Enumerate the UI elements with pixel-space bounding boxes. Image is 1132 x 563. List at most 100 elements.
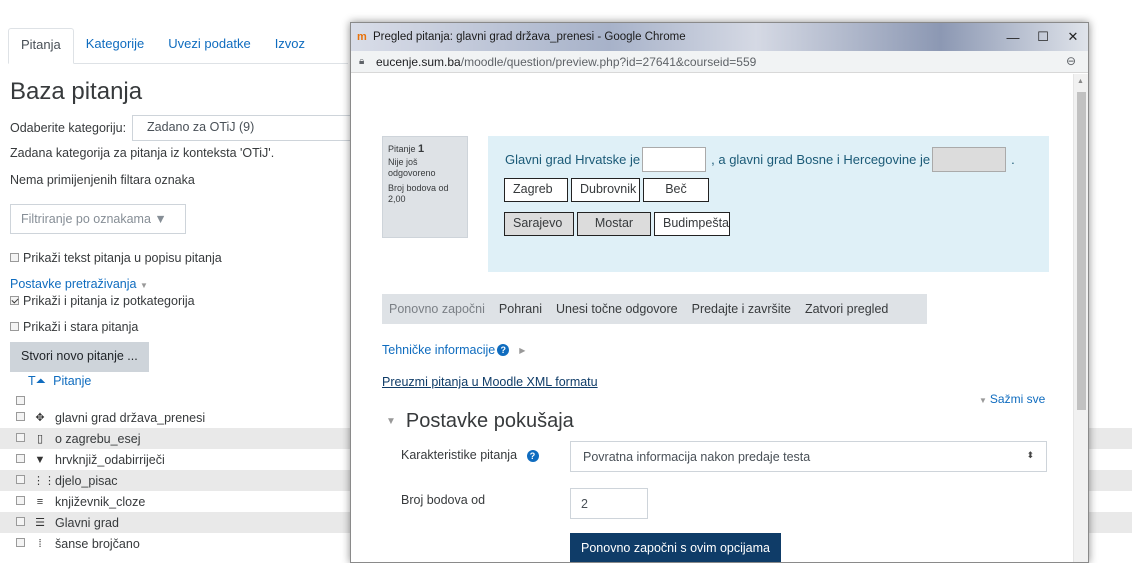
question-column-header[interactable]: T⏶ Pitanje [28,374,91,389]
maximize-button[interactable]: ☐ [1028,23,1058,51]
row-checkbox[interactable] [16,412,25,421]
tab-import[interactable]: Uvezi podatke [156,28,262,63]
tab-bar: Pitanja Kategorije Uvezi podatke Izvoz [8,28,348,64]
caret-down-icon: ▼ [979,396,987,405]
window-titlebar[interactable]: m Pregled pitanja: glavni grad država_pr… [351,23,1088,51]
close-preview-action[interactable]: Zatvori pregled [798,302,895,316]
row-checkbox[interactable] [16,433,25,442]
question-points: Broj bodova od 2,00 [388,183,449,204]
tab-categories[interactable]: Kategorije [74,28,157,63]
window-title: Pregled pitanja: glavni grad država_pren… [373,31,686,43]
select-arrows-icon: ⬍ [1026,450,1034,460]
ordering-icon: ⁞ [38,537,42,550]
row-checkbox[interactable] [16,496,25,505]
sort-asc-icon: ⏶ [35,374,46,388]
show-old-checkbox[interactable] [10,322,19,332]
drag-icon: ✥ [35,412,45,424]
close-icon: ✕ [1067,29,1079,44]
restart-with-options-button[interactable]: Ponovno započni s ovim opcijama [570,533,781,562]
behaviour-select[interactable]: Povratna informacija nakon predaje testa… [570,441,1047,472]
drop-zone-1[interactable] [642,147,707,172]
save-action[interactable]: Pohrani [492,302,549,316]
search-settings-toggle[interactable]: Postavke pretraživanja ▼ [10,277,148,291]
question-text-part2: , a glavni grad Bosne i Hercegovine je [711,152,931,167]
row-checkbox[interactable] [16,538,25,547]
zoom-icon[interactable]: ⊖ [1066,54,1076,68]
choice-dubrovnik[interactable]: Dubrovnik [571,178,640,202]
scroll-up-icon[interactable]: ▲ [1077,78,1084,85]
tab-export[interactable]: Izvoz [263,28,317,63]
url-path: /moodle/question/preview.php?id=27641&co… [460,54,757,69]
show-subcat-checkbox[interactable] [10,296,19,306]
download-xml-link[interactable]: Preuzmi pitanja u Moodle XML formatu [382,375,598,389]
drop-zone-2[interactable] [932,147,1007,172]
tag-filter-input[interactable]: Filtriranje po oznakama ▼ [10,204,186,234]
technical-info-toggle[interactable]: Tehničke informacije ? ▶ [382,343,525,357]
lock-icon: 🔒︎ [359,56,365,67]
technical-info-label: Tehničke informacije [382,343,496,357]
collapse-all-label: Sažmi sve [989,392,1046,406]
fill-correct-action[interactable]: Unesi točne odgovore [549,302,685,316]
category-row: Odaberite kategoriju: Zadano za OTiJ (9) [10,115,383,141]
choice-zagreb[interactable]: Zagreb [504,178,568,202]
select-all-checkbox[interactable] [16,393,29,408]
context-text: Zadana kategorija za pitanja iz kontekst… [10,146,275,160]
question-text-part3: . [1011,152,1015,167]
window-controls: — ☐ ✕ [998,23,1088,51]
row-checkbox[interactable] [16,475,25,484]
tab-questions[interactable]: Pitanja [8,28,74,64]
maximize-icon: ☐ [1037,29,1049,44]
category-select[interactable]: Zadano za OTiJ (9) [132,115,383,141]
address-bar[interactable]: 🔒︎ eucenje.sum.ba/moodle/question/previe… [351,51,1088,73]
marks-input[interactable]: 2 [570,488,648,519]
question-name: o zagrebu_esej [55,431,141,446]
matching-icon: ⋮⋮ [33,475,55,487]
question-info-box: Pitanje 1 Nije još odgovoreno Broj bodov… [382,136,468,238]
choices-group-1: Zagreb Dubrovnik Beč [504,178,712,202]
show-old-option[interactable]: Prikaži i stara pitanja [10,320,138,334]
show-text-checkbox[interactable] [10,253,19,263]
close-button[interactable]: ✕ [1058,23,1088,51]
behaviour-help-icon[interactable]: ? [526,450,539,462]
row-checkbox[interactable] [16,454,25,463]
question-name: glavni grad država_prenesi [55,410,206,425]
row-checkbox[interactable] [16,517,25,526]
choice-bec[interactable]: Beč [643,178,709,202]
question-name: književnik_cloze [55,494,146,509]
section-caret-icon: ▼ [386,416,396,427]
preview-actions: Ponovno započni Pohrani Unesi točne odgo… [382,294,927,324]
collapse-all-link[interactable]: ▼ Sažmi sve [979,392,1045,406]
url-host: eucenje.sum.ba [376,54,461,69]
attempt-options-header[interactable]: ▼ Postavke pokušaja [386,410,574,433]
choice-budimpesta[interactable]: Budimpešta [654,212,730,236]
question-content-box: Glavni grad Hrvatske je , a glavni grad … [488,136,1049,272]
show-text-option[interactable]: Prikaži tekst pitanja u popisu pitanja [10,251,222,265]
cloze-icon: ≡ [36,495,44,508]
question-text-part1: Glavni grad Hrvatske je [505,152,641,167]
scroll-thumb[interactable] [1077,92,1086,410]
choice-sarajevo[interactable]: Sarajevo [504,212,574,236]
question-column-label[interactable]: Pitanje [53,374,91,388]
question-name: djelo_pisac [55,473,118,488]
create-question-button[interactable]: Stvori novo pitanje ... [10,342,149,372]
question-text: Glavni grad Hrvatske je , a glavni grad … [505,147,1015,172]
preview-window: m Pregled pitanja: glavni grad država_pr… [350,22,1089,563]
expand-arrow-icon: ▶ [519,345,526,355]
question-name: hrvknjiž_odabirriječi [55,452,165,467]
help-icon[interactable]: ? [497,344,510,356]
moodle-favicon-icon: m [357,31,367,43]
type-column-sort[interactable]: T⏶ [28,374,46,388]
scrollbar[interactable]: ▲ [1073,74,1088,562]
submit-finish-action[interactable]: Predajte i završite [685,302,798,316]
show-subcat-label: Prikaži i pitanja iz potkategorija [23,294,195,308]
show-subcat-option[interactable]: Prikaži i pitanja iz potkategorija [10,294,195,308]
section-title-label: Postavke pokušaja [405,410,574,432]
restart-action[interactable]: Ponovno započni [382,302,492,316]
minimize-button[interactable]: — [998,23,1028,51]
behaviour-label: Karakteristike pitanja ? [401,448,539,462]
minimize-icon: — [1006,29,1020,45]
preview-content: Pitanje 1 Nije još odgovoreno Broj bodov… [351,74,1075,562]
choices-group-2: Sarajevo Mostar Budimpešta [504,212,733,236]
choice-mostar[interactable]: Mostar [577,212,651,236]
page-title: Baza pitanja [10,78,143,105]
